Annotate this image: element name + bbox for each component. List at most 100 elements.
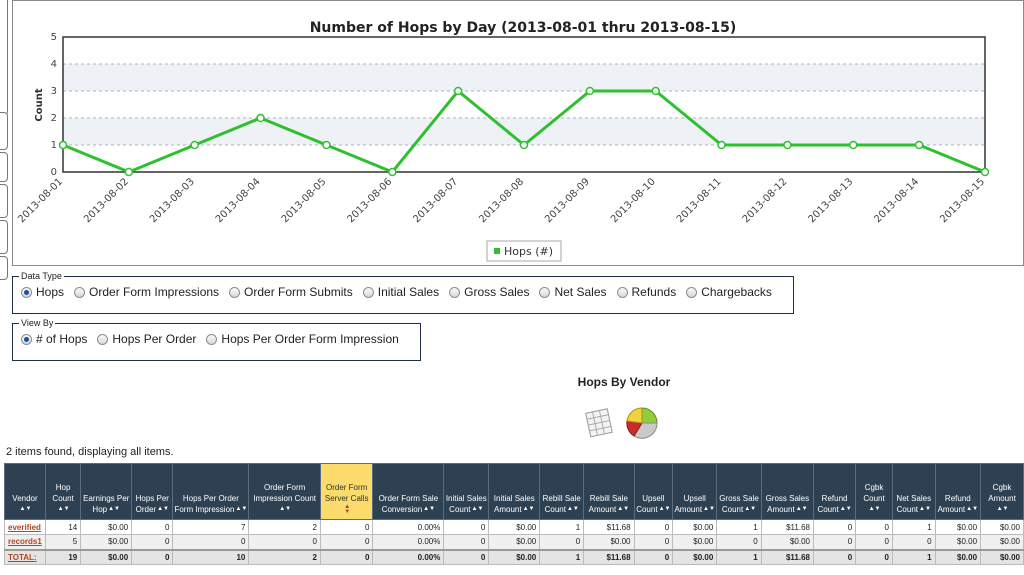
sort-arrows-icon[interactable]: ▲▼ bbox=[472, 506, 484, 512]
view-by-option[interactable]: Hops Per Order bbox=[97, 332, 196, 346]
data-point[interactable] bbox=[914, 140, 924, 150]
side-tab-6[interactable] bbox=[0, 256, 8, 280]
sort-arrows-icon[interactable]: ▲▼ bbox=[567, 506, 579, 512]
data-type-option[interactable]: Net Sales bbox=[539, 285, 607, 299]
pie-chart-icon[interactable] bbox=[626, 407, 658, 439]
radio-button[interactable] bbox=[206, 333, 218, 345]
sort-arrows-icon[interactable]: ▲▼ bbox=[869, 506, 881, 512]
data-point[interactable] bbox=[980, 167, 990, 177]
column-header[interactable]: Vendor ▲▼ bbox=[4, 463, 46, 520]
column-header[interactable]: Gross Sales Amount▲▼ bbox=[760, 463, 814, 520]
radio-button[interactable] bbox=[362, 286, 374, 298]
radio-button[interactable] bbox=[686, 286, 698, 298]
view-by-option[interactable]: # of Hops bbox=[21, 332, 87, 346]
column-header[interactable]: Cgbk Amount ▲▼ bbox=[980, 463, 1024, 520]
column-header[interactable]: Rebill Sale Amount▲▼ bbox=[583, 463, 635, 520]
sort-arrows-icon[interactable]: ▲▼ bbox=[20, 506, 32, 512]
data-type-option[interactable]: Chargebacks bbox=[686, 285, 772, 299]
sort-arrows-icon[interactable]: ▲▼ bbox=[997, 506, 1009, 512]
data-type-option[interactable]: Order Form Submits bbox=[229, 285, 353, 299]
y-tick-label: 3 bbox=[51, 86, 57, 97]
column-header[interactable]: Rebill Sale Count▲▼ bbox=[539, 463, 585, 520]
table-cell: $0.00 bbox=[80, 519, 133, 535]
side-tab-4[interactable] bbox=[0, 184, 8, 218]
chart-legend[interactable]: Hops (#) bbox=[486, 240, 562, 262]
column-header[interactable]: Initial Sales Amount▲▼ bbox=[488, 463, 541, 520]
data-point[interactable] bbox=[190, 140, 199, 150]
sort-arrows-icon[interactable]: ▲▼ bbox=[235, 506, 247, 512]
data-point[interactable] bbox=[717, 140, 726, 150]
sort-arrows-icon[interactable]: ▲▼ bbox=[796, 506, 808, 512]
column-header[interactable]: Earnings Per Hop▲▼ bbox=[80, 463, 133, 520]
column-header[interactable]: Hop Count ▲▼ bbox=[44, 463, 82, 520]
table-view-icon[interactable] bbox=[585, 408, 613, 438]
sort-arrows-icon[interactable]: ▲▼ bbox=[617, 506, 629, 512]
sort-arrows-icon[interactable]: ▲▼ bbox=[919, 506, 931, 512]
data-point[interactable] bbox=[783, 140, 792, 150]
data-point[interactable] bbox=[256, 113, 265, 123]
data-type-option[interactable]: Order Form Impressions bbox=[74, 285, 219, 299]
radio-button[interactable] bbox=[21, 286, 32, 298]
vendor-link[interactable]: everified bbox=[8, 523, 41, 532]
radio-button[interactable] bbox=[229, 286, 241, 298]
column-header[interactable]: Refund Amount▲▼ bbox=[934, 463, 982, 520]
table-cell: 10 bbox=[172, 548, 250, 565]
side-tab-2[interactable] bbox=[0, 112, 8, 150]
sort-arrows-icon[interactable]: ▲▼ bbox=[840, 506, 852, 512]
data-type-option[interactable]: Refunds bbox=[616, 285, 676, 299]
sort-arrows-icon[interactable]: ▲▼ bbox=[279, 506, 291, 512]
radio-button[interactable] bbox=[616, 286, 628, 298]
sort-arrows-icon[interactable]: ▲▼ bbox=[157, 506, 169, 512]
data-point[interactable] bbox=[322, 140, 331, 150]
column-header[interactable]: Net Sales Count▲▼ bbox=[891, 463, 936, 520]
radio-button[interactable] bbox=[74, 286, 86, 298]
side-tab-3[interactable] bbox=[0, 152, 8, 182]
data-type-option[interactable]: Initial Sales bbox=[362, 285, 439, 299]
column-header[interactable]: Order Form Sale Conversion▲▼ bbox=[372, 463, 445, 520]
column-header[interactable]: Gross Sale Count▲▼ bbox=[716, 463, 762, 520]
sort-arrows-icon[interactable]: ▲▼ bbox=[344, 504, 350, 515]
radio-button[interactable] bbox=[539, 286, 551, 298]
sort-arrows-icon[interactable]: ▲▼ bbox=[659, 506, 671, 512]
column-header[interactable]: Order Form Impression Count ▲▼ bbox=[248, 463, 321, 520]
side-tab-5[interactable] bbox=[0, 220, 8, 254]
table-cell: $0.00 bbox=[80, 534, 133, 550]
vendor-link[interactable]: records1 bbox=[8, 537, 42, 546]
data-type-option[interactable]: Gross Sales bbox=[449, 285, 529, 299]
data-point[interactable] bbox=[388, 167, 397, 177]
radio-button[interactable] bbox=[21, 333, 32, 345]
radio-button[interactable] bbox=[449, 286, 461, 298]
data-point[interactable] bbox=[519, 140, 529, 150]
column-header[interactable]: Upsell Amount▲▼ bbox=[672, 463, 718, 520]
sort-arrows-icon[interactable]: ▲▼ bbox=[423, 506, 435, 512]
data-point[interactable] bbox=[453, 86, 463, 96]
sort-arrows-icon[interactable]: ▲▼ bbox=[703, 506, 715, 512]
column-header[interactable]: Hops Per Order▲▼ bbox=[131, 463, 174, 520]
column-header[interactable]: Refund Count▲▼ bbox=[812, 463, 857, 520]
view-by-option[interactable]: Hops Per Order Form Impression bbox=[206, 332, 399, 346]
table-cell: $0.00 bbox=[488, 548, 541, 565]
x-tick-label: 2013-08-13 bbox=[807, 176, 856, 225]
column-header[interactable]: Hops Per Order Form Impression▲▼ bbox=[172, 463, 250, 520]
table-total-row: TOTAL: 19 $0.00 0 10 2 0 0.00% 0 $0.00 1 $11.68 0 $0.… bbox=[4, 548, 1024, 565]
side-tab-1[interactable] bbox=[0, 0, 8, 116]
column-header[interactable]: Order Form Server Calls ▲ ▼ bbox=[319, 463, 374, 520]
x-tick-label: 2013-08-07 bbox=[411, 176, 460, 225]
data-point[interactable] bbox=[849, 140, 858, 150]
sort-arrows-icon[interactable]: ▲▼ bbox=[966, 506, 978, 512]
data-point[interactable] bbox=[651, 86, 660, 96]
data-point[interactable] bbox=[585, 86, 595, 96]
data-point[interactable] bbox=[124, 167, 134, 177]
column-header[interactable]: Cgbk Count ▲▼ bbox=[855, 463, 893, 520]
sort-arrows-icon[interactable]: ▲▼ bbox=[523, 506, 535, 512]
column-header[interactable]: Initial Sales Count▲▼ bbox=[443, 463, 490, 520]
data-point[interactable] bbox=[58, 140, 68, 150]
total-link[interactable]: TOTAL: bbox=[8, 553, 37, 562]
sort-arrows-icon[interactable]: ▲▼ bbox=[744, 506, 756, 512]
sort-arrows-icon[interactable]: ▲▼ bbox=[58, 506, 70, 512]
column-header-label: Order Form Server Calls bbox=[324, 483, 369, 503]
radio-button[interactable] bbox=[97, 333, 109, 345]
column-header[interactable]: Upsell Count▲▼ bbox=[633, 463, 674, 520]
data-type-option[interactable]: Hops bbox=[21, 285, 64, 299]
sort-arrows-icon[interactable]: ▲▼ bbox=[108, 506, 120, 512]
